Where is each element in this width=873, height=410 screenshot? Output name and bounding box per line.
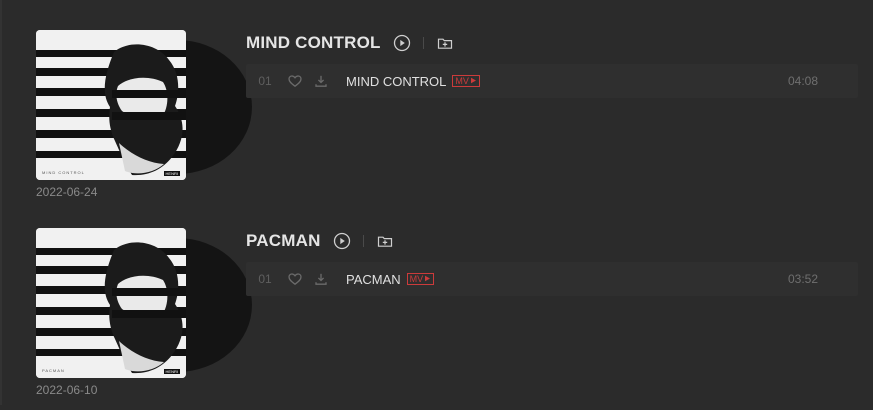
track-row[interactable]: 01 PACMAN MV 03:52 <box>246 262 858 296</box>
track-row[interactable]: 01 MIND CONTROL MV 04:08 <box>246 64 858 98</box>
track-duration: 03:52 <box>787 272 818 286</box>
header-divider <box>422 37 424 49</box>
release-date: 2022-06-24 <box>36 185 98 199</box>
play-triangle-icon <box>424 274 431 284</box>
cover-caption: MIND CONTROL <box>42 170 85 175</box>
track-number: 01 <box>258 74 272 88</box>
cover-mark: HENRI <box>163 369 180 374</box>
add-folder-icon[interactable] <box>436 34 454 52</box>
release-date: 2022-06-10 <box>36 383 98 397</box>
play-circle-icon[interactable] <box>393 34 411 52</box>
mv-badge-label: MV <box>409 274 424 284</box>
album-card-mind-control: MIND CONTROL HENRI 2022-06-24 MIND CONTR… <box>0 22 873 212</box>
album-title[interactable]: MIND CONTROL <box>246 33 381 53</box>
add-folder-icon[interactable] <box>376 232 394 250</box>
track-number: 01 <box>258 272 272 286</box>
track-duration: 04:08 <box>787 74 818 88</box>
play-circle-icon[interactable] <box>333 232 351 250</box>
mv-badge-label: MV <box>455 76 469 86</box>
heart-icon[interactable] <box>284 271 306 287</box>
cover-mark: HENRI <box>163 171 180 176</box>
play-triangle-icon <box>470 76 477 86</box>
album-title[interactable]: PACMAN <box>246 231 321 251</box>
album-header: PACMAN <box>246 230 394 252</box>
track-title[interactable]: PACMAN <box>346 272 401 287</box>
header-divider <box>362 235 364 247</box>
album-art[interactable]: PACMAN HENRI <box>36 228 252 380</box>
cover-image[interactable]: MIND CONTROL HENRI <box>36 30 186 180</box>
album-card-pacman: PACMAN HENRI 2022-06-10 PACMAN 01 PACMAN… <box>0 220 873 410</box>
cover-image[interactable]: PACMAN HENRI <box>36 228 186 378</box>
album-art[interactable]: MIND CONTROL HENRI <box>36 30 252 182</box>
track-title[interactable]: MIND CONTROL <box>346 74 446 89</box>
mv-badge[interactable]: MV <box>406 273 435 285</box>
download-icon[interactable] <box>310 271 332 287</box>
heart-icon[interactable] <box>284 73 306 89</box>
cover-caption: PACMAN <box>42 368 65 373</box>
download-icon[interactable] <box>310 73 332 89</box>
album-header: MIND CONTROL <box>246 32 454 54</box>
mv-badge[interactable]: MV <box>452 75 480 87</box>
